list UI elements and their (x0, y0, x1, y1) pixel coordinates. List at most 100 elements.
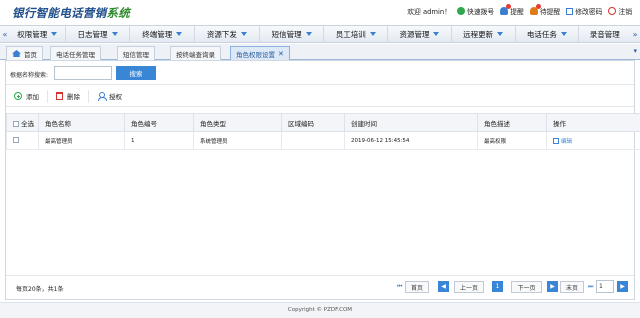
tab-call-task[interactable]: 电话任务管理 (50, 46, 101, 60)
main-nav: « 权限管理 日志管理 终端管理 资源下发 短信管理 员工培训 资源管理 远程更… (0, 25, 640, 43)
nav-label: 短信管理 (271, 29, 302, 39)
change-password-link[interactable]: 修改密码 (566, 6, 602, 16)
change-password-label: 修改密码 (575, 8, 603, 16)
pending-reminder-link[interactable]: 待提醒 (529, 4, 561, 16)
tabs-menu-icon[interactable]: ▾ (633, 47, 637, 55)
app-title-accent: 系统 (106, 6, 131, 20)
row-checkbox-cell[interactable] (6, 131, 39, 150)
logout-link[interactable]: 注销 (608, 6, 632, 16)
trash-icon (56, 92, 63, 100)
nav-label: 日志管理 (77, 29, 108, 39)
chevron-down-icon (497, 32, 504, 36)
pending-reminder-label: 待提醒 (539, 8, 561, 16)
header-created: 创建时间 (344, 113, 478, 132)
power-icon (608, 7, 617, 15)
nav-scroll-right-icon[interactable]: » (630, 30, 640, 39)
tab-bar: 首页 电话任务管理 短信管理 按终端查询录 角色权限设置 ✕ ▾ (0, 44, 640, 60)
nav-item-dispatch[interactable]: 资源下发 (195, 26, 260, 42)
reminder-link[interactable]: 提醒 (500, 4, 524, 16)
search-input[interactable] (54, 66, 112, 80)
tab-terminal-query[interactable]: 按终端查询录 (170, 46, 221, 60)
authorize-button[interactable]: 授权 (89, 90, 130, 103)
next-arrow-icon[interactable]: ▶ (547, 281, 558, 292)
table-header-row: 全选 角色名称 角色编号 角色类型 区域编码 创建时间 角色描述 操作 (6, 113, 640, 132)
authorize-label: 授权 (109, 93, 122, 101)
nav-item-call-task[interactable]: 电话任务 (516, 26, 580, 42)
nav-scroll-left-icon[interactable]: « (0, 30, 10, 39)
close-icon[interactable]: ✕ (278, 50, 284, 58)
chevron-down-icon (305, 32, 312, 36)
quick-dial-label: 快速拨号 (467, 8, 495, 16)
quick-dial-link[interactable]: 快速拨号 (457, 6, 494, 16)
nav-item-terminal[interactable]: 终端管理 (130, 26, 196, 42)
header-role-name: 角色名称 (38, 113, 125, 132)
nav-label: 资源管理 (399, 29, 430, 39)
current-page-indicator[interactable]: 1 (492, 281, 503, 292)
page-number-input[interactable]: 1 (596, 280, 614, 293)
last-page-button[interactable]: 末页 (560, 281, 584, 293)
header-role-type: 角色类型 (193, 113, 282, 132)
chevron-down-icon (433, 32, 440, 36)
app-header: 银行智能电话营销系统 欢迎 admin！ 快速拨号 提醒 待提醒 修改密码 注销 (0, 0, 640, 24)
edit-label: 编辑 (561, 138, 573, 145)
home-icon (12, 50, 21, 57)
tab-sms[interactable]: 短信管理 (117, 46, 155, 60)
header-area-code: 区域编码 (281, 113, 345, 132)
prev-page-button[interactable]: 上一页 (454, 281, 484, 293)
search-button[interactable]: 搜索 (116, 66, 156, 80)
toolbar: 添加 删除 授权 (6, 86, 634, 107)
nav-label: 终端管理 (142, 29, 173, 39)
edit-link[interactable]: 编辑 (553, 137, 640, 145)
cell-role-name: 最高管理员 (38, 131, 125, 150)
chevron-down-icon (111, 32, 118, 36)
header-role-code: 角色编号 (124, 113, 194, 132)
tab-role-permission[interactable]: 角色权限设置 ✕ (230, 46, 290, 60)
row-checkbox[interactable] (13, 137, 19, 144)
alarm-icon (529, 4, 541, 15)
reminder-label: 提醒 (510, 8, 524, 16)
tab-label: 电话任务管理 (56, 50, 95, 59)
cell-description: 最高权限 (477, 131, 547, 150)
nav-item-log[interactable]: 日志管理 (66, 26, 131, 42)
select-all-header[interactable]: 全选 (6, 113, 39, 132)
prev-arrow-icon[interactable]: ◀ (438, 281, 449, 292)
nav-item-sms[interactable]: 短信管理 (260, 26, 325, 42)
pending-badge (535, 4, 541, 9)
add-label: 添加 (26, 93, 39, 101)
tab-label: 按终端查询录 (176, 50, 215, 59)
chevron-down-icon (240, 32, 247, 36)
header-actions: 操作 (546, 113, 640, 132)
add-button[interactable]: 添加 (6, 89, 48, 103)
nav-label: 远程更新 (463, 29, 494, 39)
nav-label: 资源下发 (206, 29, 237, 39)
cell-created: 2019-06-12 15:45:54 (344, 131, 478, 150)
nav-item-recording[interactable]: 录音管理 (579, 26, 630, 42)
logout-label: 注销 (618, 8, 632, 16)
cell-role-code: 1 (124, 131, 194, 150)
next-page-button[interactable]: 下一页 (511, 281, 542, 293)
header-description: 角色描述 (477, 113, 547, 132)
nav-item-remote-update[interactable]: 远程更新 (452, 26, 516, 42)
pager-info: 每页20条，共1条 (16, 286, 64, 293)
table-row[interactable]: 最高管理员 1 系统管理员 2019-06-12 15:45:54 最高权限 编… (6, 131, 640, 150)
go-page-icon[interactable]: ▶ (617, 281, 628, 292)
chevron-down-icon (369, 32, 376, 36)
nav-item-permission[interactable]: 权限管理 (10, 26, 66, 42)
tab-home[interactable]: 首页 (6, 46, 43, 60)
nav-item-training[interactable]: 员工培训 (324, 26, 389, 42)
delete-button[interactable]: 删除 (48, 89, 89, 103)
pagination: 每页20条，共1条 ⏮ 首页 ◀ 上一页 1 下一页 ▶ 末页 ⏭ 1 ▶ (6, 275, 634, 299)
delete-label: 删除 (67, 93, 80, 101)
edit-icon (566, 7, 574, 15)
last-page-icon: ⏭ (588, 283, 594, 290)
header-label: 全选 (21, 119, 35, 128)
select-all-checkbox[interactable] (13, 120, 19, 127)
first-page-button[interactable]: 首页 (405, 281, 429, 293)
nav-item-resource[interactable]: 资源管理 (388, 26, 452, 42)
cell-actions: 编辑 (546, 131, 640, 150)
app-logo: 银行智能电话营销系统 (12, 5, 130, 21)
tab-label: 首页 (24, 50, 37, 59)
footer: Copyright © PZDF.COM (0, 302, 640, 318)
nav-label: 录音管理 (589, 29, 620, 39)
chevron-down-icon (51, 32, 58, 36)
